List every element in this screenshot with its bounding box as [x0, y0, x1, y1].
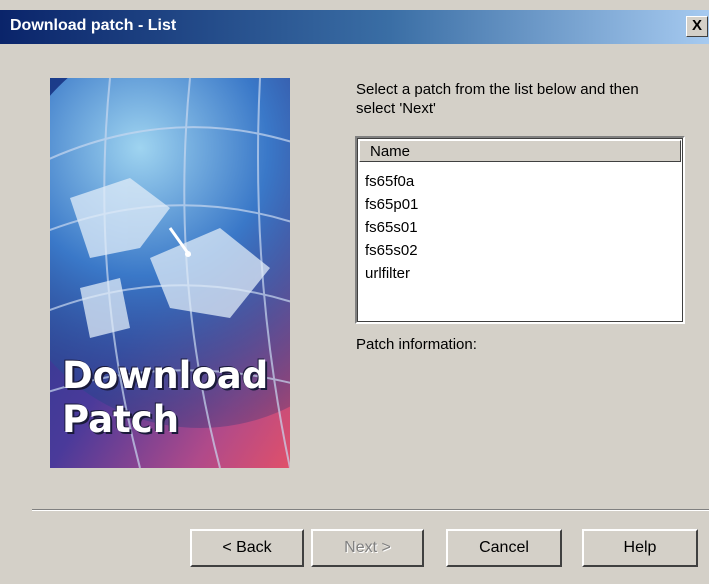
- banner-line-2: Patch: [62, 398, 180, 441]
- patch-list[interactable]: Name fs65f0a fs65p01 fs65s01 fs65s02 url…: [355, 136, 685, 324]
- list-item[interactable]: fs65p01: [365, 193, 418, 216]
- list-item[interactable]: fs65s02: [365, 239, 418, 262]
- help-button[interactable]: Help: [582, 529, 698, 567]
- column-header-name[interactable]: Name: [359, 140, 681, 162]
- instruction-text: Select a patch from the list below and t…: [356, 81, 639, 117]
- next-button[interactable]: Next >: [311, 529, 424, 567]
- list-item[interactable]: urlfilter: [365, 262, 418, 285]
- column-header-label: Name: [370, 143, 411, 160]
- back-button[interactable]: < Back: [190, 529, 304, 567]
- list-item[interactable]: fs65s01: [365, 216, 418, 239]
- banner-caption: Download Patch: [62, 354, 268, 442]
- download-patch-dialog: Download patch - List X Download Patch S…: [0, 0, 709, 584]
- list-item[interactable]: fs65f0a: [365, 170, 418, 193]
- download-patch-banner: Download Patch: [50, 78, 290, 468]
- title-bar[interactable]: Download patch - List X: [0, 10, 709, 44]
- window-title: Download patch - List: [10, 17, 177, 34]
- banner-line-1: Download: [62, 354, 269, 397]
- patch-information-label: Patch information:: [356, 336, 477, 353]
- close-button[interactable]: X: [686, 16, 708, 37]
- divider: [32, 509, 709, 511]
- cancel-button[interactable]: Cancel: [446, 529, 562, 567]
- close-icon: X: [691, 17, 702, 34]
